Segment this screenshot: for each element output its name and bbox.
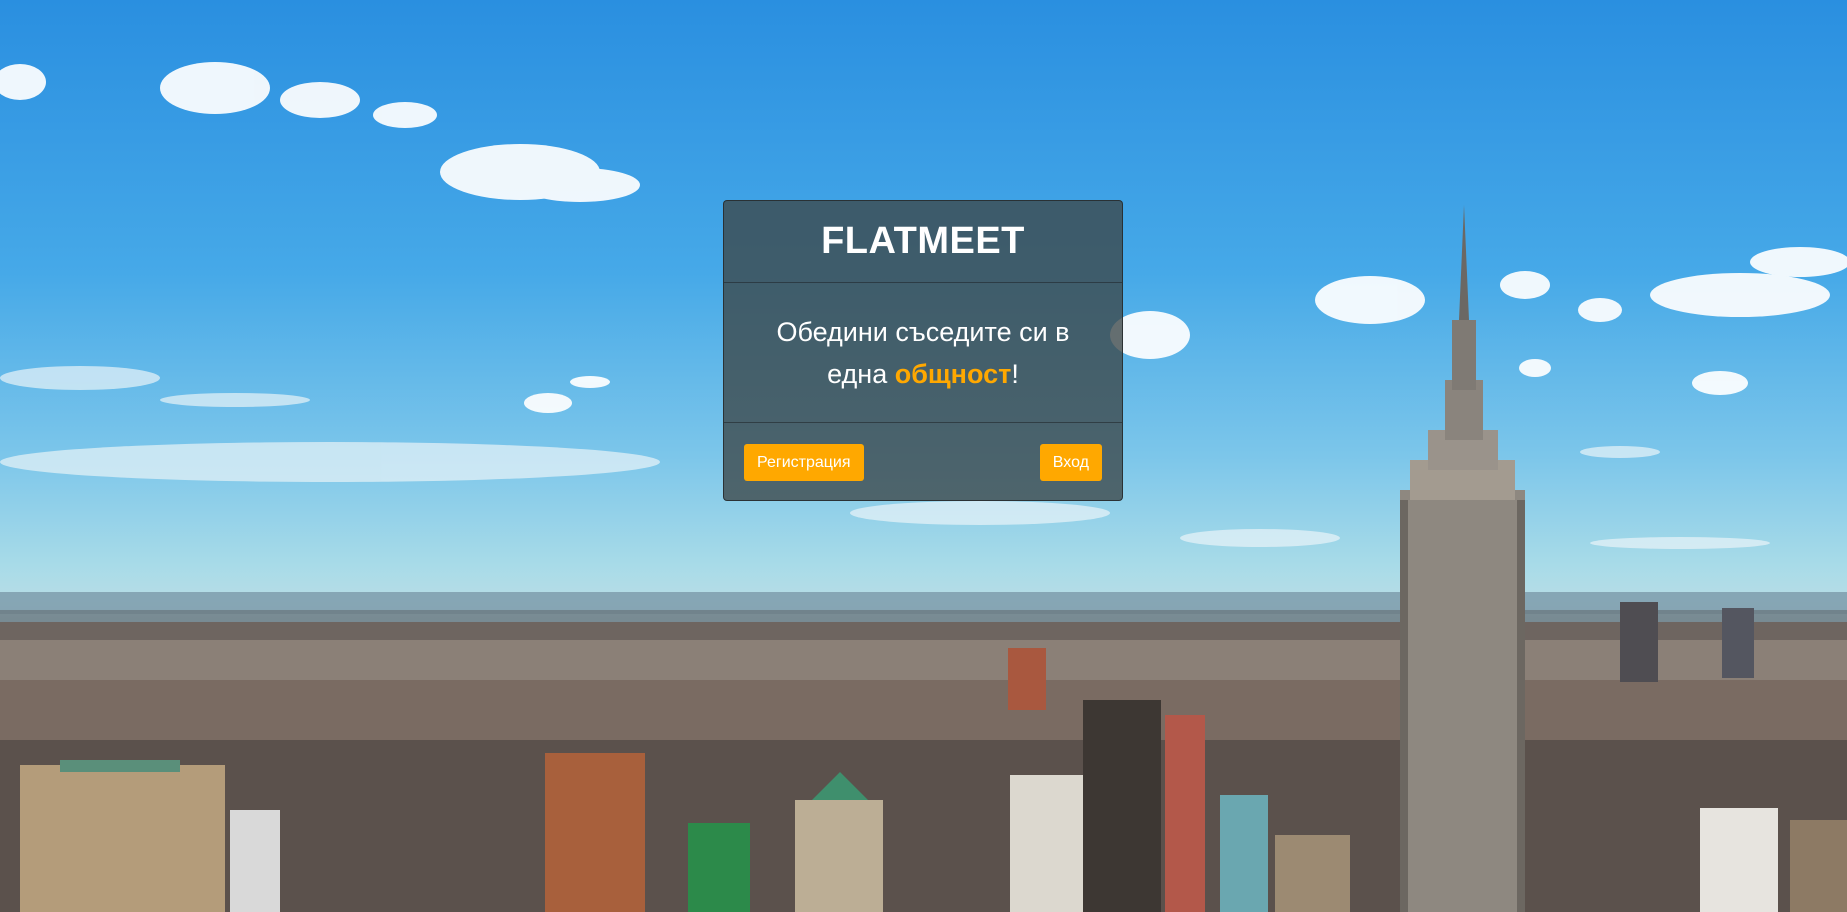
brand-title: FLATMEET [821,220,1025,262]
background-city-skyline: FLATMEET Обедини съседите си в една общн… [0,0,1847,912]
register-button[interactable]: Регистрация [744,444,864,481]
card-body: Обедини съседите си в една общност! [724,283,1122,423]
login-button[interactable]: Вход [1039,444,1102,481]
tagline: Обедини съседите си в една общност! [763,311,1083,395]
tagline-end: ! [1011,358,1019,389]
card-header: FLATMEET [724,201,1122,283]
tagline-highlight: общност [894,358,1012,389]
welcome-card: FLATMEET Обедини съседите си в една общн… [723,200,1123,501]
card-footer: Регистрация Вход [724,423,1122,502]
